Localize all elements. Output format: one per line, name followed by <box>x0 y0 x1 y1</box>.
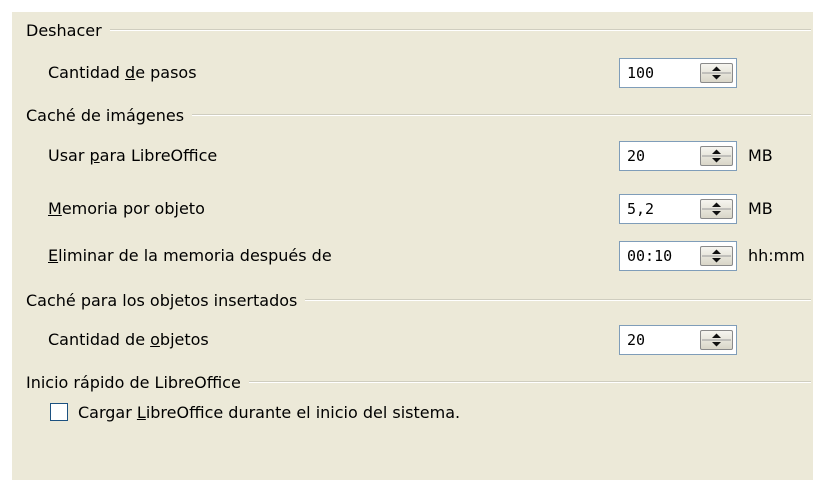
spin-up-down-icon[interactable] <box>700 330 733 350</box>
section-undo: Deshacer <box>26 18 813 42</box>
options-panel: Deshacer Cantidad de pasos 100 Caché de … <box>12 12 813 480</box>
quickstart-load-row: Cargar LibreOffice durante el inicio del… <box>12 398 813 428</box>
image-cache-use-row: Usar para LibreOffice 20 MB <box>12 141 813 171</box>
image-cache-object-row: Memoria por objeto 5,2 MB <box>12 194 813 224</box>
object-cache-count-spinbox[interactable]: 20 <box>619 325 737 355</box>
section-divider <box>248 381 811 383</box>
image-cache-use-value: 20 <box>627 147 646 165</box>
image-cache-object-unit: MB <box>748 199 773 218</box>
spin-up-down-icon[interactable] <box>700 199 733 219</box>
section-divider <box>192 114 811 116</box>
quickstart-load-label[interactable]: Cargar LibreOffice durante el inicio del… <box>78 403 460 422</box>
image-cache-object-label: Memoria por objeto <box>48 199 205 218</box>
undo-steps-value: 100 <box>627 64 655 82</box>
object-cache-count-row: Cantidad de objetos 20 <box>12 325 813 355</box>
undo-steps-label: Cantidad de pasos <box>48 63 197 82</box>
section-image-cache: Caché de imágenes <box>26 103 813 127</box>
image-cache-remove-spinbox[interactable]: 00:10 <box>619 241 737 271</box>
image-cache-object-spinbox[interactable]: 5,2 <box>619 194 737 224</box>
image-cache-use-label: Usar para LibreOffice <box>48 146 218 165</box>
image-cache-use-unit: MB <box>748 146 773 165</box>
image-cache-remove-unit: hh:mm <box>748 246 805 265</box>
image-cache-remove-value: 00:10 <box>627 247 673 265</box>
section-undo-title: Deshacer <box>26 20 102 40</box>
section-object-cache-title: Caché para los objetos insertados <box>26 290 298 310</box>
section-image-cache-title: Caché de imágenes <box>26 105 185 125</box>
spin-up-down-icon[interactable] <box>700 246 733 266</box>
image-cache-remove-label: Eliminar de la memoria después de <box>48 246 332 265</box>
spin-up-down-icon[interactable] <box>700 146 733 166</box>
image-cache-object-value: 5,2 <box>627 200 655 218</box>
image-cache-remove-row: Eliminar de la memoria después de 00:10 … <box>12 241 813 271</box>
section-divider <box>305 299 811 301</box>
section-quickstart-title: Inicio rápido de LibreOffice <box>26 372 241 392</box>
spin-up-down-icon[interactable] <box>700 63 733 83</box>
section-divider <box>109 29 811 31</box>
undo-steps-row: Cantidad de pasos 100 <box>12 58 813 88</box>
section-object-cache: Caché para los objetos insertados <box>26 288 813 312</box>
undo-steps-spinbox[interactable]: 100 <box>619 58 737 88</box>
quickstart-load-checkbox[interactable] <box>50 403 68 421</box>
section-quickstart: Inicio rápido de LibreOffice <box>26 370 813 394</box>
object-cache-count-label: Cantidad de objetos <box>48 330 209 349</box>
object-cache-count-value: 20 <box>627 331 646 349</box>
image-cache-use-spinbox[interactable]: 20 <box>619 141 737 171</box>
